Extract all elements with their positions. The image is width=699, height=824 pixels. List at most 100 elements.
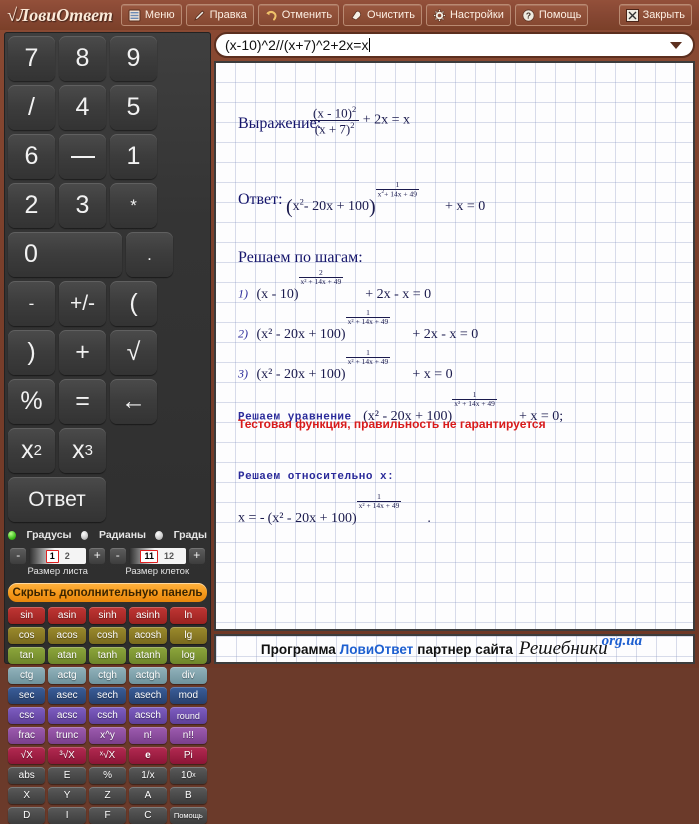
chevron-down-icon[interactable]: [670, 41, 682, 49]
key-9[interactable]: 9: [110, 36, 157, 81]
key-minus[interactable]: -: [8, 281, 55, 326]
fn-sech[interactable]: sech: [88, 687, 127, 704]
fn-ln[interactable]: ln: [169, 607, 208, 624]
fn-var-x[interactable]: X: [8, 787, 46, 804]
key-7[interactable]: 7: [8, 36, 55, 81]
key-1[interactable]: 1: [110, 134, 157, 179]
fn-reciprocal[interactable]: 1/x: [129, 767, 167, 784]
key-sqrt[interactable]: √: [110, 330, 157, 375]
fn-mod[interactable]: mod: [169, 687, 208, 704]
key-paren-close[interactable]: ): [8, 330, 55, 375]
radio-radians[interactable]: [80, 530, 89, 540]
radio-degrees[interactable]: [8, 530, 16, 540]
fn-abs[interactable]: abs: [8, 767, 46, 784]
fn-power[interactable]: x^y: [88, 727, 127, 744]
key-square[interactable]: x2: [8, 428, 55, 473]
fn-actgh[interactable]: actgh: [129, 667, 167, 684]
clear-button[interactable]: Очистить: [343, 4, 422, 26]
key-equals[interactable]: =: [59, 379, 106, 424]
fn-var-b[interactable]: B: [169, 787, 208, 804]
cell-size-track[interactable]: 11 12: [128, 548, 186, 564]
hide-extra-panel-button[interactable]: Скрыть дополнительную панель: [8, 583, 207, 602]
settings-button[interactable]: Настройки: [425, 4, 511, 26]
edit-button[interactable]: Правка: [185, 4, 254, 26]
fn-var-f[interactable]: F: [88, 807, 127, 824]
fn-csc[interactable]: csc: [8, 707, 46, 724]
fn-var-z[interactable]: Z: [88, 787, 127, 804]
sheet-size-increment[interactable]: +: [89, 548, 106, 564]
expression-input[interactable]: (x-10)^2//(x+7)^2+2x=x: [216, 37, 670, 53]
fn-acsc[interactable]: acsc: [48, 707, 86, 724]
fn-pi[interactable]: Pi: [169, 747, 208, 764]
fn-acos[interactable]: acos: [48, 627, 86, 644]
fn-power-of-ten[interactable]: 10 x: [169, 767, 208, 784]
help-button[interactable]: ? Помощь: [514, 4, 589, 26]
fn-lg[interactable]: lg: [169, 627, 208, 644]
fn-var-y[interactable]: Y: [48, 787, 86, 804]
fn-exponent-e[interactable]: E: [48, 767, 86, 784]
fn-acsch[interactable]: acsch: [129, 707, 167, 724]
fn-sqrt[interactable]: √X: [8, 747, 46, 764]
fn-ctgh[interactable]: ctgh: [88, 667, 127, 684]
fn-tanh[interactable]: tanh: [88, 647, 127, 664]
fn-ctg[interactable]: ctg: [8, 667, 46, 684]
radio-grads[interactable]: [155, 530, 163, 540]
sheet-size-track[interactable]: 1 2: [29, 548, 87, 564]
fn-tan[interactable]: tan: [8, 647, 46, 664]
key-multiply[interactable]: *: [110, 183, 157, 228]
fn-cosh[interactable]: cosh: [88, 627, 127, 644]
fn-actg[interactable]: actg: [48, 667, 86, 684]
fn-sin[interactable]: sin: [8, 607, 46, 624]
fn-acosh[interactable]: acosh: [129, 627, 167, 644]
fn-var-i[interactable]: I: [48, 807, 86, 824]
fn-sec[interactable]: sec: [8, 687, 46, 704]
fn-asech[interactable]: asech: [129, 687, 167, 704]
fn-frac[interactable]: frac: [8, 727, 46, 744]
key-plus[interactable]: +: [59, 330, 106, 375]
fn-help[interactable]: Помощь: [169, 807, 208, 824]
key-0[interactable]: 0: [8, 232, 122, 277]
menu-button[interactable]: Меню: [120, 4, 182, 26]
key-divide[interactable]: /: [8, 85, 55, 130]
fn-asec[interactable]: asec: [48, 687, 86, 704]
sheet-size-decrement[interactable]: -: [10, 548, 27, 564]
key-percent[interactable]: %: [8, 379, 55, 424]
key-paren-open[interactable]: (: [110, 281, 157, 326]
key-decimal-point[interactable]: .: [126, 232, 173, 277]
fn-csch[interactable]: csch: [88, 707, 127, 724]
cell-size-increment[interactable]: +: [188, 548, 205, 564]
fn-asinh[interactable]: asinh: [129, 607, 167, 624]
fn-round[interactable]: round: [169, 707, 208, 724]
fn-cbrt[interactable]: ³√X: [48, 747, 86, 764]
fn-atan[interactable]: atan: [48, 647, 86, 664]
fn-atanh[interactable]: atanh: [129, 647, 167, 664]
key-answer[interactable]: Ответ: [8, 477, 106, 522]
key-6[interactable]: 6: [8, 134, 55, 179]
key-4[interactable]: 4: [59, 85, 106, 130]
key-minus-long[interactable]: [59, 134, 106, 179]
key-backspace[interactable]: ←: [110, 379, 157, 424]
undo-button[interactable]: Отменить: [257, 4, 340, 26]
fn-percent[interactable]: %: [88, 767, 127, 784]
fn-cos[interactable]: cos: [8, 627, 46, 644]
fn-var-c[interactable]: C: [129, 807, 167, 824]
fn-log[interactable]: log: [169, 647, 208, 664]
fn-euler[interactable]: e: [129, 747, 167, 764]
fn-sinh[interactable]: sinh: [88, 607, 127, 624]
fn-var-a[interactable]: A: [129, 787, 167, 804]
key-cube[interactable]: x3: [59, 428, 106, 473]
close-button[interactable]: Закрыть: [618, 4, 692, 26]
fn-double-factorial[interactable]: n!!: [169, 727, 208, 744]
key-8[interactable]: 8: [59, 36, 106, 81]
expression-input-bar[interactable]: (x-10)^2//(x+7)^2+2x=x: [214, 32, 695, 58]
fn-div[interactable]: div: [169, 667, 208, 684]
fn-nth-root[interactable]: ˣ√X: [88, 747, 127, 764]
fn-var-d[interactable]: D: [8, 807, 46, 824]
fn-trunc[interactable]: trunc: [48, 727, 86, 744]
cell-size-decrement[interactable]: -: [109, 548, 126, 564]
key-plus-minus[interactable]: +/-: [59, 281, 106, 326]
fn-asin[interactable]: asin: [48, 607, 86, 624]
key-5[interactable]: 5: [110, 85, 157, 130]
fn-factorial[interactable]: n!: [129, 727, 167, 744]
key-2[interactable]: 2: [8, 183, 55, 228]
